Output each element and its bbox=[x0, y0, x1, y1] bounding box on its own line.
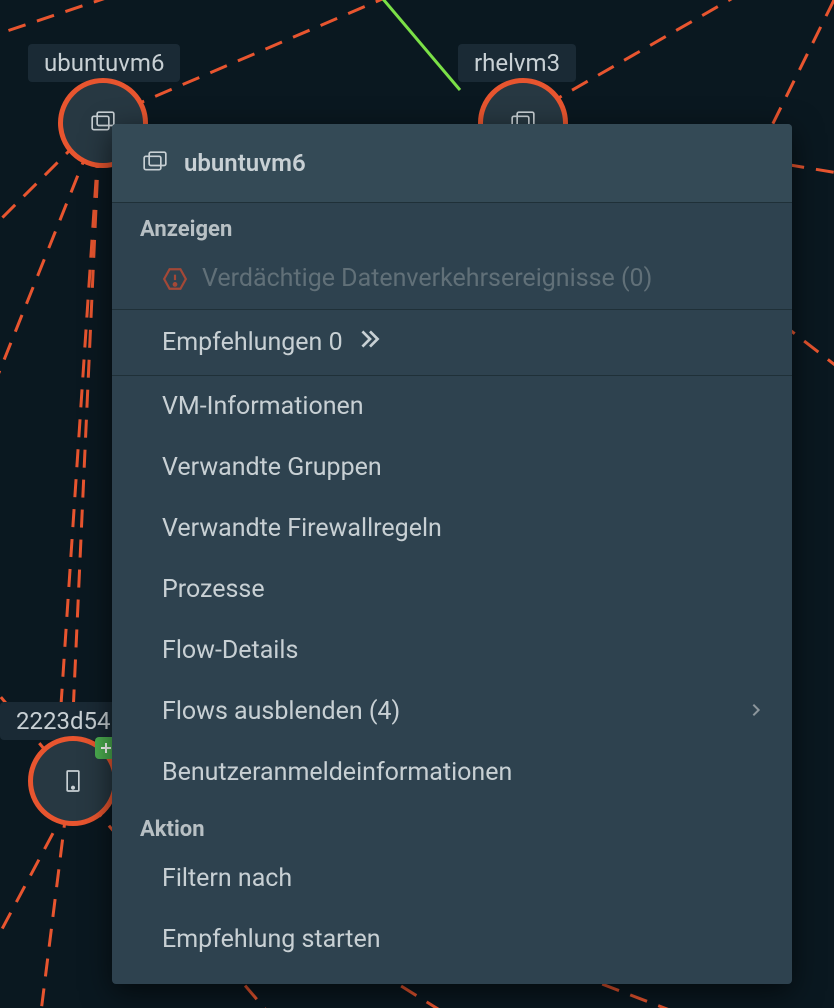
node-label-ubuntuvm6[interactable]: ubuntuvm6 bbox=[28, 44, 180, 82]
alert-hexagon-icon bbox=[162, 266, 188, 292]
menu-item-label: Verwandte Firewallregeln bbox=[162, 514, 442, 543]
host-icon bbox=[58, 766, 88, 796]
menu-item-label: Filtern nach bbox=[162, 864, 292, 893]
menu-item-hide-flows[interactable]: Flows ausblenden (4) bbox=[112, 681, 792, 742]
double-chevron-right-icon bbox=[357, 326, 383, 359]
chevron-right-icon bbox=[748, 699, 764, 724]
menu-item-label: Verwandte Gruppen bbox=[162, 453, 382, 482]
node-label-host[interactable]: 2223d54 bbox=[0, 702, 126, 740]
menu-item-related-firewall[interactable]: Verwandte Firewallregeln bbox=[112, 498, 792, 559]
menu-item-related-groups[interactable]: Verwandte Gruppen bbox=[112, 437, 792, 498]
menu-item-label: Flows ausblenden (4) bbox=[162, 697, 400, 726]
menu-title: ubuntuvm6 bbox=[184, 149, 306, 177]
menu-item-credentials[interactable]: Benutzeranmeldeinformationen bbox=[112, 742, 792, 803]
menu-item-start-recommendation[interactable]: Empfehlung starten bbox=[112, 909, 792, 984]
section-anzeigen-label: Anzeigen bbox=[112, 203, 792, 248]
menu-item-flow-details[interactable]: Flow-Details bbox=[112, 620, 792, 681]
menu-item-label: Prozesse bbox=[162, 575, 265, 604]
menu-item-processes[interactable]: Prozesse bbox=[112, 559, 792, 620]
menu-header: ubuntuvm6 bbox=[112, 124, 792, 203]
menu-item-filter-by[interactable]: Filtern nach bbox=[112, 848, 792, 909]
menu-item-label: VM-Informationen bbox=[162, 392, 364, 421]
menu-item-suspicious-traffic: Verdächtige Datenverkehrsereignisse (0) bbox=[112, 248, 792, 309]
menu-item-label: Empfehlung starten bbox=[162, 925, 381, 954]
menu-item-label: Flow-Details bbox=[162, 636, 298, 665]
menu-item-label: Benutzeranmeldeinformationen bbox=[162, 758, 512, 787]
vms-icon bbox=[140, 148, 170, 178]
section-aktion-label: Aktion bbox=[112, 803, 792, 848]
menu-item-label: Empfehlungen 0 bbox=[162, 328, 343, 357]
node-label-rhelvm3[interactable]: rhelvm3 bbox=[458, 44, 576, 82]
node-host[interactable] bbox=[28, 736, 118, 826]
menu-item-recommendations[interactable]: Empfehlungen 0 bbox=[112, 309, 792, 376]
context-menu: ubuntuvm6 Anzeigen Verdächtige Datenverk… bbox=[112, 124, 792, 984]
menu-item-label: Verdächtige Datenverkehrsereignisse (0) bbox=[202, 264, 652, 293]
menu-item-vm-info[interactable]: VM-Informationen bbox=[112, 376, 792, 437]
